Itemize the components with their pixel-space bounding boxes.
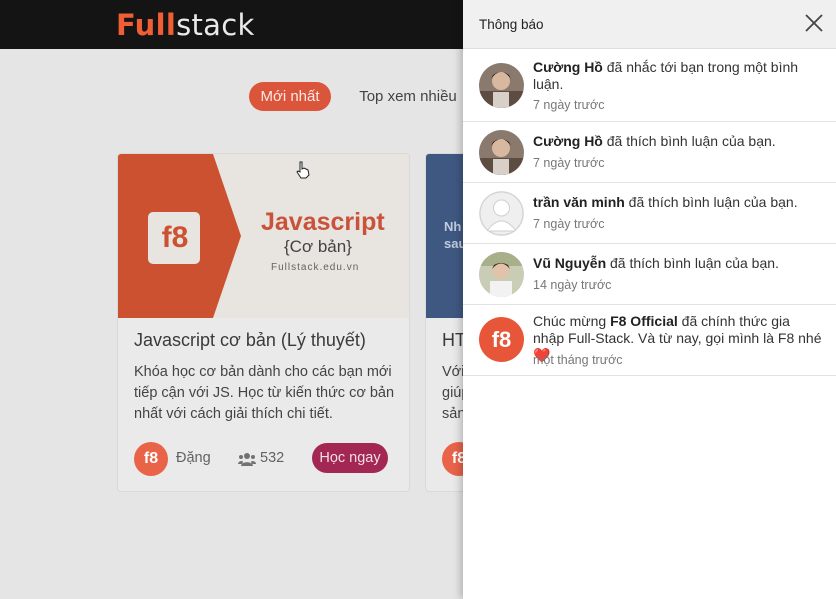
photo-icon xyxy=(479,252,524,297)
avatar xyxy=(479,191,524,236)
avatar xyxy=(479,130,524,175)
notification-item[interactable]: Cường Hồ đã nhắc tới bạn trong một bình … xyxy=(463,49,836,122)
notification-prefix: Chúc mừng xyxy=(533,313,611,329)
notification-user: Cường Hồ xyxy=(533,59,603,75)
panel-title: Thông báo xyxy=(479,17,544,32)
notification-message: đã thích bình luận của bạn. xyxy=(606,255,779,271)
hand-cursor-icon xyxy=(296,161,310,179)
notification-user: trần văn minh xyxy=(533,194,625,210)
notification-time: 7 ngày trước xyxy=(533,217,605,231)
notification-user: Vũ Nguyễn xyxy=(533,255,607,271)
notification-text: Cường Hồ đã thích bình luận của bạn. xyxy=(533,133,823,150)
notification-message: đã thích bình luận của bạn. xyxy=(624,194,798,210)
default-user-icon xyxy=(479,191,524,236)
notification-text: trần văn minh đã thích bình luận của bạn… xyxy=(533,194,823,211)
notification-text: Cường Hồ đã nhắc tới bạn trong một bình … xyxy=(533,59,823,93)
panel-header: Thông báo xyxy=(463,0,836,49)
avatar xyxy=(479,63,524,108)
photo-icon xyxy=(479,130,524,175)
notification-item[interactable]: trần văn minh đã thích bình luận của bạn… xyxy=(463,183,836,244)
notification-item[interactable]: Vũ Nguyễn đã thích bình luận của bạn. 14… xyxy=(463,244,836,305)
photo-icon xyxy=(479,63,524,108)
notification-text: Vũ Nguyễn đã thích bình luận của bạn. xyxy=(533,255,823,272)
avatar: f8 xyxy=(479,317,524,362)
notification-item[interactable]: Cường Hồ đã thích bình luận của bạn. 7 n… xyxy=(463,122,836,183)
notification-user: F8 Official xyxy=(610,313,678,329)
notification-message: đã thích bình luận của bạn. xyxy=(602,133,776,149)
f8-logo-text: f8 xyxy=(491,327,512,352)
notification-time: 7 ngày trước xyxy=(533,98,605,112)
close-icon[interactable] xyxy=(803,12,825,34)
notification-item[interactable]: f8 Chúc mừng F8 Official đã chính thức g… xyxy=(463,305,836,376)
avatar xyxy=(479,252,524,297)
notification-user: Cường Hồ xyxy=(533,133,603,149)
notification-time: 14 ngày trước xyxy=(533,278,612,292)
notification-time: một tháng trước xyxy=(533,353,623,367)
notification-panel: Thông báo Cường Hồ đã nhắc tới bạn trong… xyxy=(463,0,836,599)
notification-time: 7 ngày trước xyxy=(533,156,605,170)
